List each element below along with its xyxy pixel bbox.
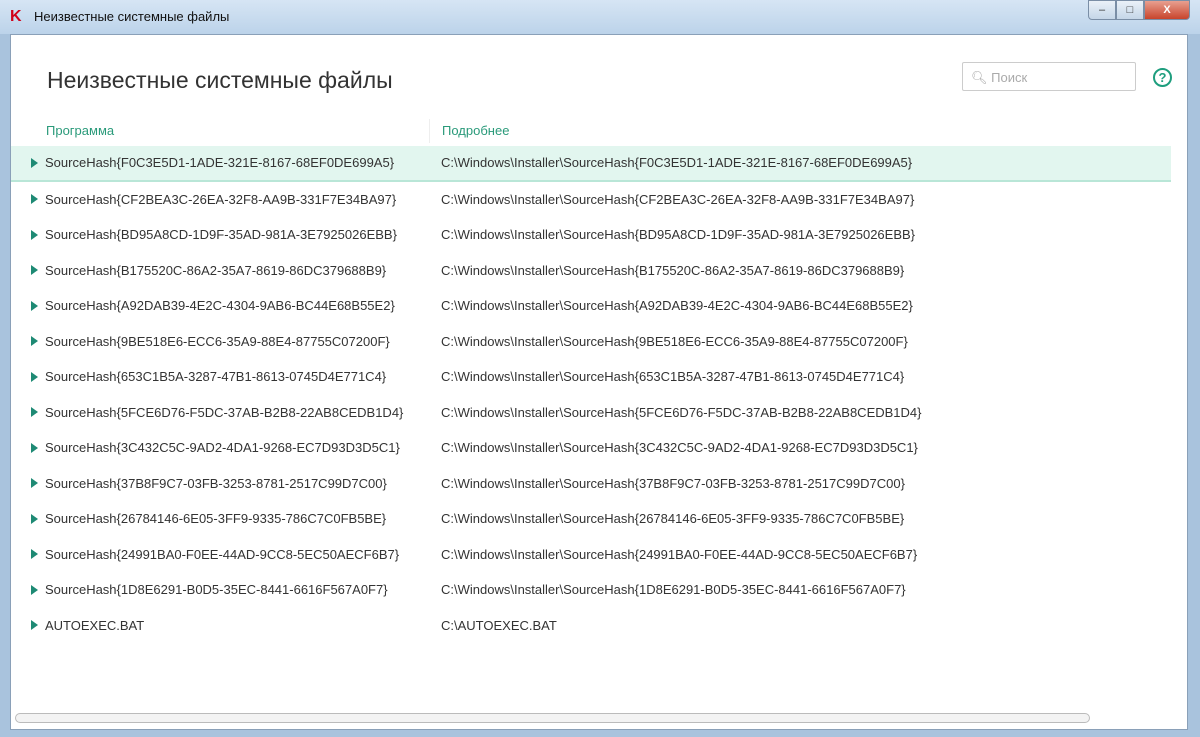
table-row[interactable]: SourceHash{F0C3E5D1-1ADE-321E-8167-68EF0… [11, 146, 1171, 182]
page-title: Неизвестные системные файлы [47, 67, 393, 93]
file-path: C:\Windows\Installer\SourceHash{37B8F9C7… [441, 475, 905, 491]
file-path: C:\Windows\Installer\SourceHash{A92DAB39… [441, 298, 913, 314]
title-bar[interactable]: K Неизвестные системные файлы – □ X [0, 0, 1200, 34]
expand-arrow-icon[interactable] [31, 478, 38, 489]
table-row[interactable]: SourceHash{BD95A8CD-1D9F-35AD-981A-3E792… [11, 217, 1171, 253]
table-row[interactable]: SourceHash{A92DAB39-4E2C-4304-9AB6-BC44E… [11, 288, 1171, 324]
program-name: SourceHash{9BE518E6-ECC6-35A9-88E4-87755… [45, 333, 390, 349]
table-row[interactable]: SourceHash{1D8E6291-B0D5-35EC-8441-6616F… [11, 572, 1171, 608]
file-list: SourceHash{F0C3E5D1-1ADE-321E-8167-68EF0… [11, 146, 1171, 643]
expand-arrow-icon[interactable] [31, 407, 38, 418]
file-path: C:\Windows\Installer\SourceHash{26784146… [441, 511, 905, 527]
program-name: SourceHash{B175520C-86A2-35A7-8619-86DC3… [45, 262, 387, 278]
expand-arrow-icon[interactable] [31, 584, 38, 595]
expand-arrow-icon[interactable] [31, 194, 38, 205]
expand-arrow-icon[interactable] [31, 265, 38, 276]
search-input[interactable]: 🔍︎ Поиск [962, 62, 1136, 91]
maximize-button[interactable]: □ [1116, 0, 1144, 20]
expand-arrow-icon[interactable] [31, 620, 38, 631]
close-button[interactable]: X [1144, 0, 1190, 20]
table-row[interactable]: SourceHash{5FCE6D76-F5DC-37AB-B2B8-22AB8… [11, 395, 1171, 431]
file-path: C:\Windows\Installer\SourceHash{24991BA0… [441, 546, 918, 562]
file-path: C:\Windows\Installer\SourceHash{CF2BEA3C… [441, 191, 915, 207]
expand-arrow-icon[interactable] [31, 157, 38, 168]
kaspersky-logo-icon: K [10, 8, 22, 25]
search-icon: 🔍︎ [971, 70, 988, 85]
table-row[interactable]: SourceHash{26784146-6E05-3FF9-9335-786C7… [11, 501, 1171, 537]
expand-arrow-icon[interactable] [31, 229, 38, 240]
table-row[interactable]: SourceHash{37B8F9C7-03FB-3253-8781-2517C… [11, 466, 1171, 502]
table-row[interactable]: SourceHash{3C432C5C-9AD2-4DA1-9268-EC7D9… [11, 430, 1171, 466]
file-path: C:\Windows\Installer\SourceHash{F0C3E5D1… [441, 155, 913, 171]
file-path: C:\Windows\Installer\SourceHash{BD95A8CD… [441, 227, 916, 243]
file-path: C:\Windows\Installer\SourceHash{5FCE6D76… [441, 404, 922, 420]
program-name: SourceHash{F0C3E5D1-1ADE-321E-8167-68EF0… [45, 155, 395, 171]
expand-arrow-icon[interactable] [31, 371, 38, 382]
horizontal-scrollbar[interactable] [15, 713, 1090, 723]
search-placeholder: Поиск [991, 70, 1028, 85]
table-row[interactable]: SourceHash{653C1B5A-3287-47B1-8613-0745D… [11, 359, 1171, 395]
program-name: SourceHash{A92DAB39-4E2C-4304-9AB6-BC44E… [45, 298, 395, 314]
table-row[interactable]: SourceHash{9BE518E6-ECC6-35A9-88E4-87755… [11, 324, 1171, 360]
column-header-program[interactable]: Программа [46, 123, 114, 138]
column-header-details[interactable]: Подробнее [442, 123, 509, 138]
program-name: SourceHash{37B8F9C7-03FB-3253-8781-2517C… [45, 475, 387, 491]
program-name: SourceHash{1D8E6291-B0D5-35EC-8441-6616F… [45, 582, 388, 598]
program-name: SourceHash{CF2BEA3C-26EA-32F8-AA9B-331F7… [45, 191, 397, 207]
main-panel: Неизвестные системные файлы 🔍︎ Поиск ? П… [10, 34, 1188, 730]
window-title: Неизвестные системные файлы [34, 9, 230, 24]
help-icon[interactable]: ? [1153, 68, 1172, 87]
table-row[interactable]: SourceHash{CF2BEA3C-26EA-32F8-AA9B-331F7… [11, 182, 1171, 218]
expand-arrow-icon[interactable] [31, 513, 38, 524]
file-path: C:\Windows\Installer\SourceHash{653C1B5A… [441, 369, 905, 385]
file-path: C:\Windows\Installer\SourceHash{1D8E6291… [441, 582, 906, 598]
expand-arrow-icon[interactable] [31, 442, 38, 453]
minimize-button[interactable]: – [1088, 0, 1116, 20]
program-name: SourceHash{BD95A8CD-1D9F-35AD-981A-3E792… [45, 227, 397, 243]
table-row[interactable]: SourceHash{24991BA0-F0EE-44AD-9CC8-5EC50… [11, 537, 1171, 573]
file-path: C:\AUTOEXEC.BAT [441, 617, 557, 633]
expand-arrow-icon[interactable] [31, 336, 38, 347]
file-path: C:\Windows\Installer\SourceHash{9BE518E6… [441, 333, 908, 349]
file-path: C:\Windows\Installer\SourceHash{3C432C5C… [441, 440, 918, 456]
program-name: SourceHash{5FCE6D76-F5DC-37AB-B2B8-22AB8… [45, 404, 404, 420]
expand-arrow-icon[interactable] [31, 549, 38, 560]
program-name: SourceHash{3C432C5C-9AD2-4DA1-9268-EC7D9… [45, 440, 400, 456]
program-name: SourceHash{653C1B5A-3287-47B1-8613-0745D… [45, 369, 387, 385]
program-name: SourceHash{26784146-6E05-3FF9-9335-786C7… [45, 511, 387, 527]
expand-arrow-icon[interactable] [31, 300, 38, 311]
program-name: SourceHash{24991BA0-F0EE-44AD-9CC8-5EC50… [45, 546, 400, 562]
file-path: C:\Windows\Installer\SourceHash{B175520C… [441, 262, 905, 278]
table-row[interactable]: AUTOEXEC.BAT C:\AUTOEXEC.BAT [11, 608, 1171, 644]
program-name: AUTOEXEC.BAT [45, 617, 145, 633]
column-divider[interactable] [429, 119, 430, 143]
table-row[interactable]: SourceHash{B175520C-86A2-35A7-8619-86DC3… [11, 253, 1171, 289]
